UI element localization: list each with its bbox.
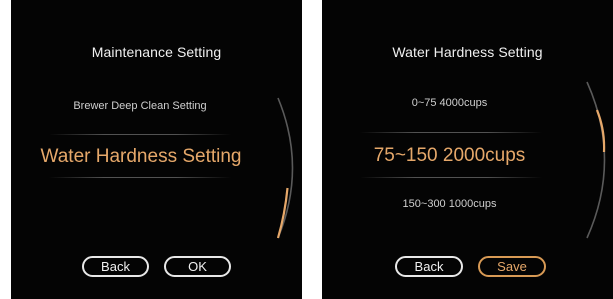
hardness-option-75-150-selected[interactable]: 75~150 2000cups xyxy=(322,145,577,167)
maintenance-setting-screen: Maintenance Setting Brewer Deep Clean Se… xyxy=(11,0,302,299)
menu-option-brewer-deep-clean[interactable]: Brewer Deep Clean Setting xyxy=(11,100,269,112)
water-hardness-setting-screen: Water Hardness Setting 0~75 4000cups 75~… xyxy=(322,0,613,299)
scroll-track xyxy=(277,97,294,239)
back-button[interactable]: Back xyxy=(395,256,463,277)
divider-bottom xyxy=(360,177,542,178)
scroll-thumb xyxy=(276,187,289,239)
menu-option-water-hardness-selected[interactable]: Water Hardness Setting xyxy=(11,146,271,168)
divider-bottom xyxy=(49,177,231,178)
save-button[interactable]: Save xyxy=(478,256,546,277)
scroll-thumb xyxy=(595,109,606,153)
screen-title: Water Hardness Setting xyxy=(392,44,543,60)
divider-top xyxy=(360,132,542,133)
stage: Maintenance Setting Brewer Deep Clean Se… xyxy=(0,0,613,299)
divider-top xyxy=(49,134,231,135)
ok-button[interactable]: OK xyxy=(164,256,231,277)
back-button[interactable]: Back xyxy=(82,256,149,277)
scroll-track xyxy=(586,81,606,239)
screen-title: Maintenance Setting xyxy=(91,44,222,60)
hardness-option-150-300[interactable]: 150~300 1000cups xyxy=(322,198,577,210)
hardness-option-0-75[interactable]: 0~75 4000cups xyxy=(322,97,577,109)
